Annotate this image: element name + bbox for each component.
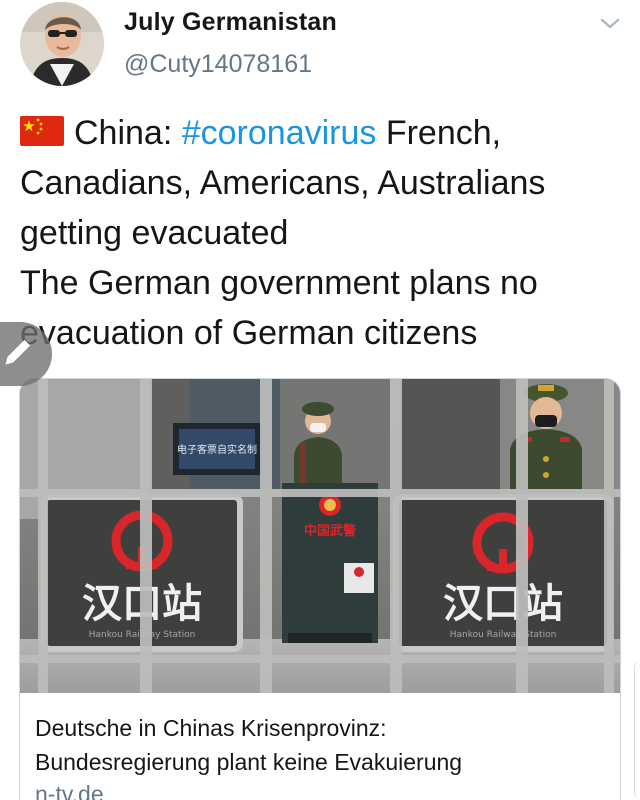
tweet-text: China: #coronavirus French, Canadians, A…: [20, 108, 630, 358]
scrollbar-edge[interactable]: [634, 660, 640, 800]
article-photo: 电子客票自实名制 中国武警 Hankou Station 汉口站 Hankou …: [20, 379, 620, 693]
card-domain: n-tv.de: [35, 781, 104, 800]
card-title-line-2: Bundesregierung plant keine Evakuierung: [35, 749, 463, 775]
police-podium: 中国武警: [282, 483, 378, 643]
card-title[interactable]: Deutsche in Chinas Krisenprovinz: Bundes…: [35, 711, 615, 779]
tweet-line-4: The German government plans no: [20, 264, 538, 302]
chevron-down-icon[interactable]: [598, 14, 622, 34]
tweet-text-prefix: China:: [74, 114, 182, 152]
tweet-line-1: China: #coronavirus French,: [20, 108, 630, 158]
tweet-text-suffix: French,: [376, 114, 502, 152]
hashtag-link[interactable]: #coronavirus: [182, 114, 377, 152]
sign-right: 汉口站 Hankou Railway Station: [393, 494, 613, 652]
user-handle[interactable]: @Cuty14078161: [124, 50, 312, 79]
china-flag-icon: [20, 116, 64, 146]
avatar-photo: [20, 2, 104, 86]
avatar[interactable]: [20, 2, 104, 86]
tweet-line-2: Canadians, Americans, Australians: [20, 164, 546, 202]
article-image: 电子客票自实名制 中国武警 Hankou Station 汉口站 Hankou …: [20, 379, 620, 693]
card-title-line-1: Deutsche in Chinas Krisenprovinz:: [35, 715, 387, 741]
sign-text-right: 汉口站: [443, 581, 563, 627]
tweet-line-5: evacuation of German citizens: [20, 314, 478, 352]
screen-text: 电子客票自实名制: [177, 443, 257, 456]
tweet-line-3: getting evacuated: [20, 214, 289, 252]
link-preview-card[interactable]: 电子客票自实名制 中国武警 Hankou Station 汉口站 Hankou …: [19, 378, 621, 800]
edit-button[interactable]: [0, 322, 52, 386]
pencil-icon: [5, 339, 31, 365]
display-name[interactable]: July Germanistan: [124, 8, 337, 37]
sign-subtext-right: Hankou Railway Station: [450, 630, 557, 640]
tweet-header: July Germanistan @Cuty14078161: [0, 0, 640, 100]
podium-badge-text: 中国武警: [304, 523, 356, 539]
